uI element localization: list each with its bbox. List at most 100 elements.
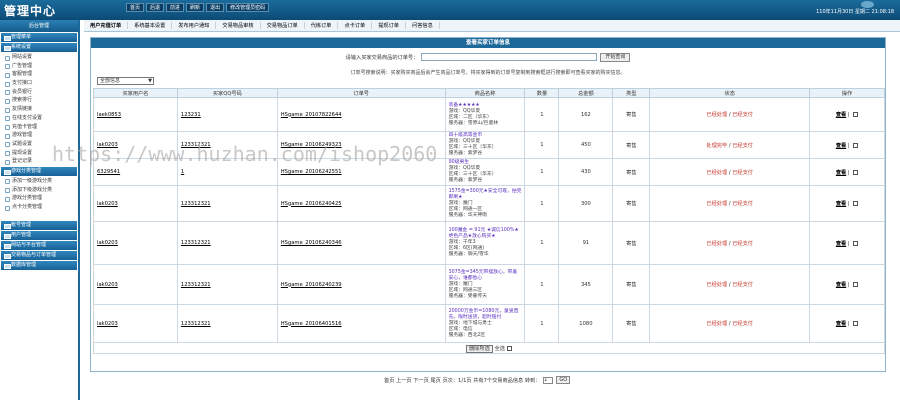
sidebar-item-category-manage[interactable]: 游戏分类管理 xyxy=(0,194,78,203)
buyer-link[interactable]: lak0203 xyxy=(97,282,118,288)
tab-recharge-orders[interactable]: 用户充值订单 xyxy=(84,22,129,29)
tab-qa[interactable]: 问答信息 xyxy=(406,22,440,29)
sidebar-item-add-top-category[interactable]: 添加一级游戏分类 xyxy=(0,177,78,186)
sidebar-item-withdraw[interactable]: 提现设置 xyxy=(0,149,78,158)
view-link[interactable]: 查看 xyxy=(836,112,846,118)
tab-user-notice[interactable]: 发布用户通知 xyxy=(172,22,217,29)
sidebar-group-menu[interactable]: 管理菜单 xyxy=(1,33,77,42)
row-checkbox[interactable] xyxy=(853,169,859,175)
search-button[interactable]: 开始查询 xyxy=(600,52,631,62)
row-checkbox[interactable] xyxy=(853,321,859,326)
goods-title[interactable]: 1575金=300元★安全可靠，拍完即刷★ xyxy=(449,189,522,201)
sidebar-group-account[interactable]: 帐号管理 xyxy=(1,220,77,230)
sidebar-item-site-settings[interactable]: 网站设置 xyxy=(0,53,78,62)
view-link[interactable]: 查看 xyxy=(836,241,846,247)
sidebar-item-ads[interactable]: 广告管理 xyxy=(0,62,78,71)
sidebar-item-quiz[interactable]: 试题设置 xyxy=(0,140,78,149)
order-link[interactable]: HSgame_20106242551 xyxy=(281,169,342,175)
type-cell: 寄售 xyxy=(612,131,651,159)
tab-boosting-orders[interactable]: 代练订单 xyxy=(305,22,339,29)
sidebar-item-login-log[interactable]: 登记记录 xyxy=(0,157,78,166)
sidebar-item-links[interactable]: 友情链接 xyxy=(0,105,78,114)
home-button[interactable]: 首页 xyxy=(126,3,145,12)
qty-cell: 1 xyxy=(524,131,560,159)
sidebar-item-bank[interactable]: 会员银行 xyxy=(0,88,78,97)
order-link[interactable]: HSgame_20106240239 xyxy=(281,282,342,288)
delete-selected-button[interactable]: 删除所选 xyxy=(466,344,493,353)
select-all-checkbox[interactable] xyxy=(506,345,512,351)
row-checkbox[interactable] xyxy=(853,282,859,287)
qq-link[interactable]: 123312321 xyxy=(181,240,211,246)
process-status: 已经处理 xyxy=(706,112,728,118)
page-jump-input[interactable] xyxy=(543,376,554,384)
view-link[interactable]: 查看 xyxy=(836,201,846,207)
sidebar-item-add-sub-category[interactable]: 添加下级游戏分类 xyxy=(0,186,78,195)
order-link[interactable]: HSgame_20106240346 xyxy=(281,240,342,246)
tab-goods-review[interactable]: 交易物品审核 xyxy=(216,22,261,29)
back-button[interactable]: 后退 xyxy=(146,3,165,12)
type-cell: 寄售 xyxy=(612,221,651,265)
goods-detail-line: 服务器：御天/雪华 xyxy=(448,252,489,257)
buyer-link[interactable]: lak0203 xyxy=(97,142,118,148)
order-cell: HSgame_20106240425 xyxy=(276,185,446,222)
tab-system-settings[interactable]: 系统基本设置 xyxy=(128,22,173,29)
order-link[interactable]: HSgame_20107822644 xyxy=(281,112,342,118)
change-password-button[interactable]: 修改管理员密码 xyxy=(226,3,270,12)
sidebar-group-platform[interactable]: 网站与平台管理 xyxy=(1,240,77,250)
order-cell: HSgame_20107822644 xyxy=(276,97,446,132)
row-checkbox[interactable] xyxy=(853,112,859,117)
sidebar-item-search-rank[interactable]: 搜索排行 xyxy=(0,96,78,105)
sidebar-group-database[interactable]: 数据库管理 xyxy=(1,260,77,270)
order-link[interactable]: HSgame_20106401516 xyxy=(281,321,342,327)
order-link[interactable]: HSgame_20106240425 xyxy=(281,201,342,207)
buyer-link[interactable]: lak0203 xyxy=(97,321,118,327)
qq-link[interactable]: 123231 xyxy=(181,112,201,118)
sidebar-item-payment[interactable]: 支付接口 xyxy=(0,79,78,88)
view-link[interactable]: 查看 xyxy=(836,143,846,149)
sidebar-group-game-category[interactable]: 游戏分类管理 xyxy=(1,166,77,176)
goods-title[interactable]: 3075金=345元带摆放心，带着安心，谁都愁心 xyxy=(449,270,522,282)
buyer-link[interactable]: laek0853 xyxy=(97,112,121,118)
sidebar-item-service[interactable]: 客服管理 xyxy=(0,70,78,79)
buyer-link[interactable]: 6329541 xyxy=(97,169,120,175)
qq-link[interactable]: 1 xyxy=(181,169,184,175)
goods-title[interactable]: 20000万金币=1080元，童叟直先。限时送货，超时赔付 xyxy=(449,309,522,321)
tab-goods-orders[interactable]: 交易物品订单 xyxy=(261,22,305,29)
search-note: 订单号搜索说明：买家购买商品后会产生商品订单号。将买家得到的订单号复制到搜索框进… xyxy=(350,70,626,76)
amount-cell: 430 xyxy=(558,158,614,186)
order-cell: HSgame_20106240239 xyxy=(276,264,446,305)
goods-title[interactable]: 100魔金 = 91元 ★诚信100%★绝色产品★放心购买★ xyxy=(449,228,522,240)
qq-link[interactable]: 123312321 xyxy=(181,201,211,207)
row-checkbox[interactable] xyxy=(853,201,859,206)
refresh-button[interactable]: 刷新 xyxy=(186,3,205,12)
buyer-link[interactable]: lak0203 xyxy=(97,240,118,246)
sidebar-item-games[interactable]: 游戏管理 xyxy=(0,131,78,140)
sidebar-group-users[interactable]: 用户管理 xyxy=(1,230,77,240)
sidebar-item-card-category[interactable]: 点卡分类管理 xyxy=(0,203,78,212)
sidebar-group-system[interactable]: 系统设置 xyxy=(1,43,77,52)
qq-link[interactable]: 123312321 xyxy=(181,321,211,327)
view-link[interactable]: 查看 xyxy=(836,170,846,176)
filter-select[interactable]: 全部信息 ▼ xyxy=(97,77,154,85)
actions-cell: 查看 | xyxy=(809,185,885,222)
logout-button[interactable]: 退出 xyxy=(206,3,225,12)
tab-withdraw-orders[interactable]: 提现订单 xyxy=(372,22,406,29)
forward-button[interactable]: 前进 xyxy=(166,3,185,12)
sidebar-item-recharge-card[interactable]: 充值卡管理 xyxy=(0,123,78,132)
qq-link[interactable]: 123312321 xyxy=(181,282,211,288)
process-status: 已经处理 xyxy=(706,169,728,176)
amount-cell: 162 xyxy=(558,97,614,132)
order-link[interactable]: HSgame_20106249323 xyxy=(281,142,342,148)
order-search-input[interactable] xyxy=(421,53,598,61)
page-go-button[interactable]: GO xyxy=(556,376,571,384)
buyer-link[interactable]: lak0203 xyxy=(97,201,118,207)
qq-link[interactable]: 123312321 xyxy=(181,142,211,148)
sidebar-group-orders[interactable]: 交易物品与订单管理 xyxy=(1,250,77,260)
view-link[interactable]: 查看 xyxy=(836,282,846,288)
sidebar-item-online-pay[interactable]: 在线支付设置 xyxy=(0,114,78,123)
tab-card-orders[interactable]: 点卡订单 xyxy=(338,22,373,29)
row-checkbox[interactable] xyxy=(853,240,859,246)
row-checkbox[interactable] xyxy=(853,142,859,148)
buyer-cell: lak0203 xyxy=(93,304,178,343)
view-link[interactable]: 查看 xyxy=(836,321,846,327)
